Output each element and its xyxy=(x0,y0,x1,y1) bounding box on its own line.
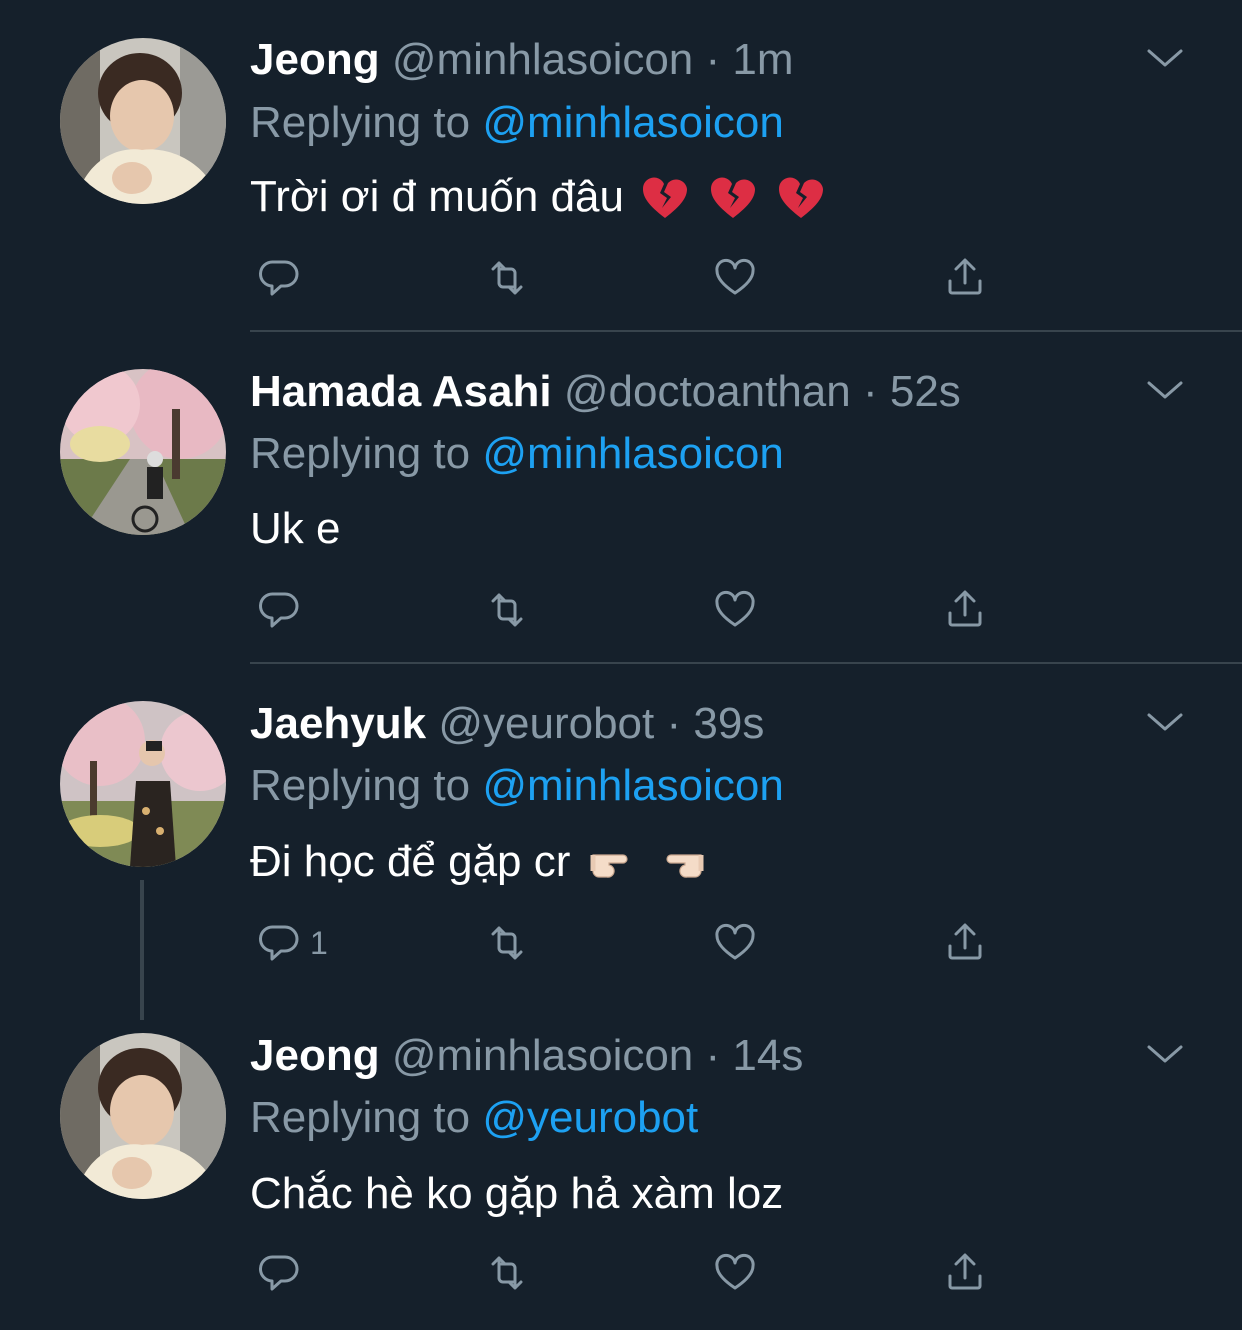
timestamp[interactable]: 1m xyxy=(732,35,793,84)
mention-link[interactable]: @minhlasoicon xyxy=(482,761,783,810)
avatar-photo xyxy=(60,38,226,204)
tweet-text-container: Đi học để gặp cr xyxy=(250,837,710,887)
tweet-text: Uk e xyxy=(250,504,341,553)
mention-link[interactable]: @yeurobot xyxy=(482,1093,698,1142)
avatar-photo xyxy=(60,1033,226,1199)
user-handle[interactable]: @minhlasoicon xyxy=(392,35,693,84)
reply-icon xyxy=(258,592,299,628)
pointing-left-emoji xyxy=(650,837,710,887)
reply-button[interactable] xyxy=(254,1248,304,1298)
retweet-icon xyxy=(491,926,523,960)
share-icon xyxy=(948,1253,982,1290)
separator-dot: · xyxy=(862,367,878,416)
chevron-down-icon[interactable] xyxy=(1145,707,1185,737)
share-button[interactable] xyxy=(940,585,990,635)
avatar[interactable] xyxy=(60,369,226,535)
reply-button[interactable] xyxy=(254,253,304,303)
retweet-button[interactable] xyxy=(482,253,532,303)
pointing-right-emoji xyxy=(584,837,644,887)
chevron-down-icon[interactable] xyxy=(1145,375,1185,405)
tweet[interactable]: Jeong @minhlasoicon · 14s Replying to @y… xyxy=(0,996,1242,1330)
separator-dot: · xyxy=(705,1031,721,1080)
share-button[interactable] xyxy=(940,1248,990,1298)
display-name[interactable]: Jeong xyxy=(250,1031,380,1080)
replying-to-label: Replying to xyxy=(250,429,483,478)
display-name[interactable]: Jaehyuk xyxy=(250,699,426,748)
chevron-down-icon[interactable] xyxy=(1145,1039,1185,1069)
share-icon xyxy=(948,923,982,960)
replying-to-label: Replying to xyxy=(250,761,483,810)
avatar[interactable] xyxy=(60,701,226,867)
like-icon xyxy=(715,590,755,627)
reply-button[interactable] xyxy=(254,585,304,635)
user-handle[interactable]: @yeurobot xyxy=(438,699,654,748)
replying-to-label: Replying to xyxy=(250,98,483,147)
display-name[interactable]: Hamada Asahi xyxy=(250,367,552,416)
retweet-button[interactable] xyxy=(482,1248,532,1298)
like-button[interactable] xyxy=(710,253,760,303)
replying-to-line: Replying to @minhlasoicon xyxy=(250,429,784,479)
tweet-text-container: Chắc hè ko gặp hả xàm loz xyxy=(250,1169,783,1219)
separator-dot: · xyxy=(666,699,682,748)
replying-to-line: Replying to @minhlasoicon xyxy=(250,761,784,811)
mention-link[interactable]: @minhlasoicon xyxy=(482,98,783,147)
reply-count: 1 xyxy=(310,924,328,961)
replying-to-line: Replying to @minhlasoicon xyxy=(250,98,784,148)
share-icon xyxy=(948,258,982,295)
user-handle[interactable]: @minhlasoicon xyxy=(392,1031,693,1080)
like-button[interactable] xyxy=(710,1248,760,1298)
retweet-button[interactable] xyxy=(482,585,532,635)
user-handle[interactable]: @doctoanthan xyxy=(564,367,851,416)
retweet-icon xyxy=(491,261,523,295)
like-icon xyxy=(715,258,755,295)
display-name[interactable]: Jeong xyxy=(250,35,380,84)
broken-heart-emoji xyxy=(710,177,755,218)
tweet[interactable]: Hamada Asahi @doctoanthan · 52s Replying… xyxy=(0,332,1242,664)
replying-to-label: Replying to xyxy=(250,1093,483,1142)
tweet-text-container: Uk e xyxy=(250,504,340,554)
like-button[interactable] xyxy=(710,585,760,635)
replying-to-line: Replying to @yeurobot xyxy=(250,1093,698,1143)
retweet-button[interactable] xyxy=(482,918,532,968)
timestamp[interactable]: 14s xyxy=(732,1031,803,1080)
retweet-icon xyxy=(491,593,523,627)
reply-button[interactable]: 1 xyxy=(254,918,328,968)
tweet-text-container: Trời ơi đ muốn đâu xyxy=(250,172,828,222)
tweet-text: Đi học để gặp cr xyxy=(250,837,571,886)
share-button[interactable] xyxy=(940,253,990,303)
like-button[interactable] xyxy=(710,918,760,968)
tweet[interactable]: Jeong @minhlasoicon · 1m Replying to @mi… xyxy=(0,0,1242,332)
like-icon xyxy=(715,923,755,960)
tweet-text: Trời ơi đ muốn đâu xyxy=(250,172,624,221)
avatar-photo xyxy=(60,701,226,867)
share-button[interactable] xyxy=(940,918,990,968)
timestamp[interactable]: 52s xyxy=(890,367,961,416)
avatar[interactable] xyxy=(60,1033,226,1199)
reply-icon xyxy=(258,925,299,961)
broken-heart-emoji xyxy=(642,177,687,218)
separator-dot: · xyxy=(705,35,721,84)
like-icon xyxy=(715,1253,755,1290)
avatar[interactable] xyxy=(60,38,226,204)
share-icon xyxy=(948,590,982,627)
reply-icon xyxy=(258,1255,299,1291)
retweet-icon xyxy=(491,1256,523,1290)
reply-icon xyxy=(258,260,299,296)
avatar-photo xyxy=(60,369,226,535)
timestamp[interactable]: 39s xyxy=(693,699,764,748)
tweet-text: Chắc hè ko gặp hả xàm loz xyxy=(250,1169,784,1218)
mention-link[interactable]: @minhlasoicon xyxy=(482,429,783,478)
tweet[interactable]: Jaehyuk @yeurobot · 39s Replying to @min… xyxy=(0,664,1242,1020)
broken-heart-emoji xyxy=(778,177,823,218)
chevron-down-icon[interactable] xyxy=(1145,43,1185,73)
